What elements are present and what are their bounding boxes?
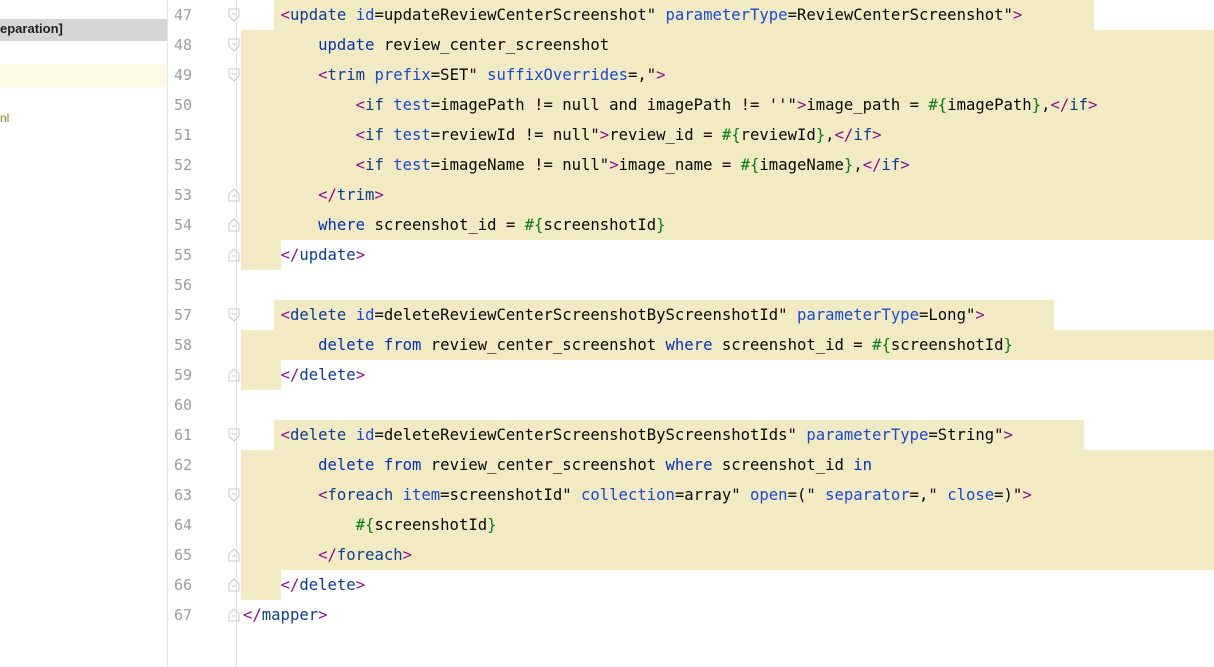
code-text[interactable]: <delete id=deleteReviewCenterScreenshotB…	[243, 420, 1013, 450]
line-number: 64	[173, 516, 192, 534]
fold-end-icon[interactable]	[228, 548, 240, 562]
code-text[interactable]: </delete>	[243, 570, 366, 600]
line-number: 54	[173, 216, 192, 234]
code-line[interactable]: 48 update review_center_screenshot	[0, 30, 1214, 60]
code-line[interactable]: 67 </mapper>	[0, 600, 1214, 630]
line-number: 58	[173, 336, 192, 354]
code-text[interactable]: update review_center_screenshot	[243, 30, 609, 60]
fold-start-icon[interactable]	[228, 68, 240, 82]
code-text[interactable]: where screenshot_id = #{screenshotId}	[243, 210, 665, 240]
line-number: 61	[173, 426, 192, 444]
code-text[interactable]: <delete id=deleteReviewCenterScreenshotB…	[243, 300, 985, 330]
code-text[interactable]: </delete>	[243, 360, 366, 390]
line-number: 57	[173, 306, 192, 324]
fold-end-icon[interactable]	[228, 368, 240, 382]
code-text[interactable]: </mapper>	[243, 600, 328, 630]
line-number: 49	[173, 66, 192, 84]
code-text[interactable]: <foreach item=screenshotId" collection=a…	[243, 480, 1032, 510]
code-line[interactable]: 62 delete from review_center_screenshot …	[0, 450, 1214, 480]
code-text[interactable]: <if test=imagePath != null and imagePath…	[243, 90, 1098, 120]
code-line[interactable]: 53 </trim>	[0, 180, 1214, 210]
code-text[interactable]: #{screenshotId}	[243, 510, 497, 540]
fold-start-icon[interactable]	[228, 38, 240, 52]
fold-start-icon[interactable]	[228, 488, 240, 502]
code-line[interactable]: 65 </foreach>	[0, 540, 1214, 570]
line-number: 53	[173, 186, 192, 204]
code-text[interactable]: </trim>	[243, 180, 384, 210]
line-number: 59	[173, 366, 192, 384]
code-line[interactable]: 57 <delete id=deleteReviewCenterScreensh…	[0, 300, 1214, 330]
code-line[interactable]: 47 <update id=updateReviewCenterScreensh…	[0, 0, 1214, 30]
code-line[interactable]: 64 #{screenshotId}	[0, 510, 1214, 540]
code-line[interactable]: 56	[0, 270, 1214, 300]
code-line[interactable]: 49 <trim prefix=SET" suffixOverrides=,">	[0, 60, 1214, 90]
code-line[interactable]: 60	[0, 390, 1214, 420]
line-number: 67	[173, 606, 192, 624]
code-text[interactable]: delete from review_center_screenshot whe…	[243, 450, 872, 480]
code-line[interactable]: 55 </update>	[0, 240, 1214, 270]
code-text[interactable]: </foreach>	[243, 540, 412, 570]
line-number: 62	[173, 456, 192, 474]
fold-start-icon[interactable]	[228, 308, 240, 322]
line-number: 66	[173, 576, 192, 594]
code-line[interactable]: 63 <foreach item=screenshotId" collectio…	[0, 480, 1214, 510]
fold-end-icon[interactable]	[228, 608, 240, 622]
code-line[interactable]: 51 <if test=reviewId != null">review_id …	[0, 120, 1214, 150]
code-text[interactable]: </update>	[243, 240, 366, 270]
line-number: 47	[173, 6, 192, 24]
fold-start-icon[interactable]	[228, 8, 240, 22]
line-number: 65	[173, 546, 192, 564]
code-line[interactable]: 58 delete from review_center_screenshot …	[0, 330, 1214, 360]
code-text[interactable]: delete from review_center_screenshot whe…	[243, 330, 1013, 360]
code-line[interactable]: 59 </delete>	[0, 360, 1214, 390]
code-line[interactable]: 66 </delete>	[0, 570, 1214, 600]
fold-end-icon[interactable]	[228, 578, 240, 592]
code-text[interactable]: <update id=updateReviewCenterScreenshot"…	[243, 0, 1023, 30]
code-line[interactable]: 50 <if test=imagePath != null and imageP…	[0, 90, 1214, 120]
fold-end-icon[interactable]	[228, 218, 240, 232]
code-text[interactable]: <if test=reviewId != null">review_id = #…	[243, 120, 882, 150]
fold-start-icon[interactable]	[228, 428, 240, 442]
line-number: 63	[173, 486, 192, 504]
line-number: 60	[173, 396, 192, 414]
line-number: 48	[173, 36, 192, 54]
code-line[interactable]: 54 where screenshot_id = #{screenshotId}	[0, 210, 1214, 240]
line-number: 55	[173, 246, 192, 264]
code-text[interactable]: <if test=imageName != null">image_name =…	[243, 150, 910, 180]
line-number: 51	[173, 126, 192, 144]
fold-end-icon[interactable]	[228, 248, 240, 262]
fold-end-icon[interactable]	[228, 188, 240, 202]
code-line[interactable]: 61 <delete id=deleteReviewCenterScreensh…	[0, 420, 1214, 450]
code-text[interactable]: <trim prefix=SET" suffixOverrides=,">	[243, 60, 665, 90]
line-number: 50	[173, 96, 192, 114]
line-number: 56	[173, 276, 192, 294]
line-number: 52	[173, 156, 192, 174]
code-line[interactable]: 52 <if test=imageName != null">image_nam…	[0, 150, 1214, 180]
